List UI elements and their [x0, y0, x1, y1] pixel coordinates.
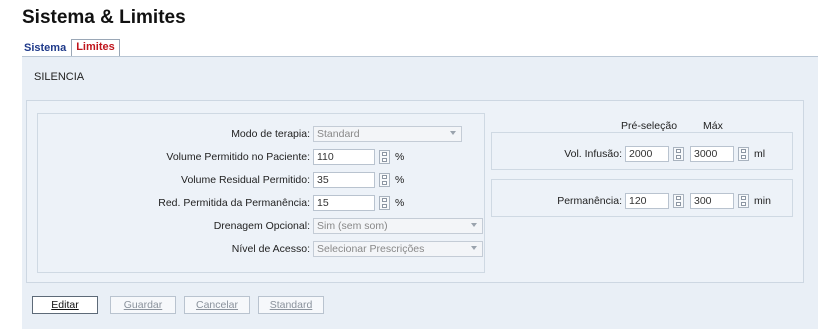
vol-infusao-row: Vol. Infusão: 2000 3000 ml: [492, 145, 765, 163]
vol-infusao-pre-input[interactable]: 2000: [625, 146, 669, 162]
spinner-icon[interactable]: [673, 147, 684, 161]
tab-sistema[interactable]: Sistema: [23, 40, 69, 56]
mode-label: SILENCIA: [34, 71, 85, 83]
spinner-icon[interactable]: [738, 194, 749, 208]
vol-infusao-max-input[interactable]: 3000: [690, 146, 734, 162]
vol-permitido-row: Volume Permitido no Paciente: 110 %: [38, 148, 404, 166]
drenagem-label: Drenagem Opcional:: [213, 220, 310, 232]
permanencia-pre-input[interactable]: 120: [625, 193, 669, 209]
modo-terapia-row: Modo de terapia: Standard: [38, 125, 462, 143]
dropdown-caret-icon: [471, 246, 477, 250]
spinner-icon[interactable]: [673, 194, 684, 208]
vol-permitido-input[interactable]: 110: [313, 149, 375, 165]
vol-residual-row: Volume Residual Permitido: 35 %: [38, 171, 404, 189]
page-title: Sistema & Limites: [22, 7, 186, 28]
modo-terapia-value: Standard: [317, 128, 360, 140]
drenagem-row: Drenagem Opcional: Sim (sem som): [38, 217, 483, 235]
cancelar-button[interactable]: Cancelar: [184, 296, 250, 314]
guardar-button[interactable]: Guardar: [110, 296, 176, 314]
permanencia-row: Permanência: 120 300 min: [492, 192, 771, 210]
tab-limites[interactable]: Limites: [71, 39, 120, 56]
standard-button[interactable]: Standard: [258, 296, 324, 314]
modo-terapia-label: Modo de terapia:: [231, 128, 310, 140]
header-preselection: Pré-seleção: [621, 120, 678, 132]
nivel-acesso-label: Nível de Acesso:: [231, 243, 310, 255]
vol-infusao-label: Vol. Infusão:: [564, 148, 622, 160]
spinner-icon[interactable]: [738, 147, 749, 161]
dropdown-caret-icon: [450, 131, 456, 135]
limits-panel: SILENCIA Modo de terapia: Standard Volum…: [22, 56, 818, 329]
permanencia-max-input[interactable]: 300: [690, 193, 734, 209]
drenagem-value: Sim (sem som): [317, 220, 388, 232]
red-permanencia-input[interactable]: 15: [313, 195, 375, 211]
vol-residual-label: Volume Residual Permitido:: [181, 174, 310, 186]
permanencia-box: Permanência: 120 300 min: [491, 179, 793, 217]
modo-terapia-select[interactable]: Standard: [313, 126, 462, 142]
nivel-acesso-select[interactable]: Selecionar Prescrições: [313, 241, 483, 257]
red-permanencia-label: Red. Permitida da Permanência:: [158, 197, 310, 209]
vol-residual-input[interactable]: 35: [313, 172, 375, 188]
dropdown-caret-icon: [471, 223, 477, 227]
red-permanencia-unit: %: [395, 197, 405, 209]
vol-residual-unit: %: [395, 174, 405, 186]
tab-bar: Sistema Limites: [23, 38, 120, 56]
vol-permitido-label: Volume Permitido no Paciente:: [166, 151, 310, 163]
volume-limits-box: Pré-seleção Máx Vol. Infusão: 2000 3000 …: [491, 120, 793, 274]
header-max: Máx: [703, 120, 723, 132]
nivel-acesso-row: Nível de Acesso: Selecionar Prescrições: [38, 240, 483, 258]
vol-permitido-unit: %: [395, 151, 405, 163]
spinner-icon[interactable]: [379, 173, 390, 187]
permanencia-unit: min: [754, 195, 771, 207]
therapy-limits-box: Modo de terapia: Standard Volume Permiti…: [37, 113, 485, 273]
editar-button[interactable]: Editar: [32, 296, 98, 314]
vol-infusao-box: Vol. Infusão: 2000 3000 ml: [491, 132, 793, 170]
nivel-acesso-value: Selecionar Prescrições: [317, 243, 425, 255]
drenagem-select[interactable]: Sim (sem som): [313, 218, 483, 234]
vol-infusao-unit: ml: [754, 148, 766, 160]
spinner-icon[interactable]: [379, 196, 390, 210]
settings-group: Modo de terapia: Standard Volume Permiti…: [26, 100, 804, 283]
red-permanencia-row: Red. Permitida da Permanência: 15 %: [38, 194, 404, 212]
spinner-icon[interactable]: [379, 150, 390, 164]
permanencia-label: Permanência:: [557, 195, 622, 207]
